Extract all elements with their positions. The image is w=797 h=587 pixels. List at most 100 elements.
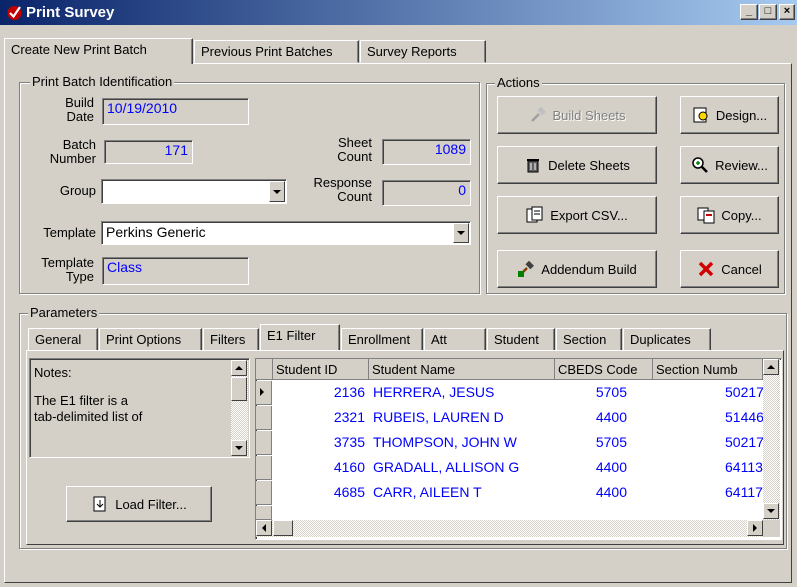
cell-student-id: 3735 (333, 434, 365, 450)
addendum-build-button[interactable]: Addendum Build (497, 250, 657, 288)
scroll-down-button[interactable] (231, 440, 247, 456)
build-sheets-button[interactable]: Build Sheets (497, 96, 657, 134)
row-header[interactable] (256, 506, 272, 520)
cell-student-id: 2321 (333, 409, 365, 425)
window-title: Print Survey (26, 4, 115, 21)
template-dropdown[interactable]: Perkins Generic (101, 221, 471, 245)
tab-student[interactable]: Student (487, 328, 555, 351)
trash-icon (527, 159, 540, 173)
column-header-cbeds-code[interactable]: CBEDS Code (555, 359, 653, 380)
cell-cbeds-code: 5705 (595, 384, 627, 400)
app-icon (7, 6, 22, 20)
table-row[interactable]: 2136 HERRERA, JESUS 5705 50217 (273, 381, 763, 406)
scroll-down-button[interactable] (763, 503, 779, 519)
notes-scrollbar[interactable] (231, 360, 248, 456)
column-header-student-id[interactable]: Student ID (273, 359, 369, 380)
row-header[interactable] (256, 481, 272, 505)
tab-enrollment[interactable]: Enrollment (341, 328, 423, 351)
review-button[interactable]: Review... (680, 146, 779, 184)
close-icon (699, 261, 714, 277)
design-button[interactable]: Design... (680, 96, 779, 134)
print-batch-identification-label: Print Batch Identification (30, 74, 175, 89)
group-dropdown[interactable] (101, 179, 287, 204)
design-icon (693, 107, 708, 123)
grid-horizontal-scrollbar[interactable] (256, 520, 763, 537)
scroll-right-button[interactable] (747, 520, 763, 536)
export-csv-button[interactable]: Export CSV... (497, 196, 657, 234)
copy-icon (697, 207, 715, 224)
response-count-label: Response Count (313, 175, 372, 204)
load-icon (93, 496, 106, 512)
tab-create-new-print-batch[interactable]: Create New Print Batch (4, 38, 193, 64)
table-row[interactable]: 2321 RUBEIS, LAUREN D 4400 51446 (273, 406, 763, 431)
table-row[interactable]: 4160 GRADALL, ALLISON G 4400 64113 (273, 456, 763, 481)
tab-survey-reports[interactable]: Survey Reports (360, 40, 486, 63)
cell-student-id: 4160 (333, 459, 365, 475)
export-icon (526, 206, 543, 223)
template-type-label: Template Type (41, 255, 94, 284)
actions-label: Actions (495, 75, 542, 90)
minimize-button[interactable]: _ (740, 4, 758, 20)
copy-button[interactable]: Copy... (680, 196, 779, 234)
tab-general[interactable]: General (28, 328, 98, 351)
cell-cbeds-code: 4400 (595, 484, 627, 500)
cancel-button[interactable]: Cancel (680, 250, 779, 288)
build-date-field: 10/19/2010 (102, 98, 249, 125)
magnifier-icon (692, 157, 709, 173)
delete-sheets-button[interactable]: Delete Sheets (497, 146, 657, 184)
cell-section-number: 51446 (725, 409, 763, 425)
grid-vertical-scrollbar[interactable] (763, 359, 780, 520)
notes-textbox[interactable]: Notes: The E1 filter is a tab-delimited … (29, 358, 250, 458)
scroll-left-button[interactable] (256, 520, 272, 536)
chevron-down-icon[interactable] (453, 223, 469, 243)
load-filter-button[interactable]: Load Filter... (66, 486, 212, 522)
scroll-thumb[interactable] (231, 377, 247, 401)
close-button[interactable]: × (779, 4, 795, 20)
group-label: Group (59, 183, 96, 198)
table-row[interactable]: 3735 THOMPSON, JOHN W 5705 50217 (273, 431, 763, 456)
build-date-label: Build Date (65, 95, 94, 124)
row-header[interactable] (256, 406, 272, 430)
hammer-icon (518, 260, 535, 277)
notes-line: The E1 filter is a (34, 393, 128, 408)
notes-heading: Notes: (34, 365, 72, 380)
sheet-count-field: 1089 (382, 139, 471, 165)
scroll-thumb[interactable] (273, 520, 293, 536)
cell-student-name: GRADALL, ALLISON G (373, 459, 520, 475)
tab-filters[interactable]: Filters (203, 328, 259, 351)
template-type-field: Class (102, 257, 249, 285)
cell-section-number: 64117 (725, 484, 763, 500)
tab-att[interactable]: Att (424, 328, 486, 351)
tab-duplicates[interactable]: Duplicates (623, 328, 711, 351)
tab-section[interactable]: Section (556, 328, 622, 351)
hammer-icon (530, 106, 546, 122)
cell-student-name: RUBEIS, LAUREN D (373, 409, 504, 425)
table-row[interactable]: 4685 CARR, AILEEN T 4400 64117 (273, 481, 763, 506)
cell-section-number: 64113 (725, 459, 763, 475)
grid-corner (256, 359, 273, 380)
maximize-button[interactable]: □ (759, 4, 777, 20)
column-header-student-name[interactable]: Student Name (369, 359, 555, 380)
cell-section-number: 50217 (725, 384, 763, 400)
tab-previous-print-batches[interactable]: Previous Print Batches (194, 40, 359, 63)
row-header[interactable] (256, 456, 272, 480)
current-row-indicator[interactable] (256, 381, 272, 405)
column-header-section-number[interactable]: Section Numb (653, 359, 763, 380)
tab-e1-filter[interactable]: E1 Filter (260, 324, 340, 350)
response-count-field: 0 (382, 180, 471, 206)
title-bar[interactable]: Print Survey _ □ × (0, 0, 797, 25)
template-label: Template (43, 225, 96, 240)
scroll-up-button[interactable] (231, 360, 247, 376)
e1-filter-grid[interactable]: Student ID Student Name CBEDS Code Secti… (255, 358, 782, 540)
tab-print-options[interactable]: Print Options (99, 328, 202, 351)
batch-number-field: 171 (104, 140, 193, 164)
batch-number-label: Batch Number (49, 137, 96, 166)
scrollbar-corner (763, 520, 780, 537)
cell-student-name: THOMPSON, JOHN W (373, 434, 517, 450)
chevron-down-icon[interactable] (269, 181, 285, 202)
cell-cbeds-code: 4400 (595, 459, 627, 475)
row-header[interactable] (256, 431, 272, 455)
sheet-count-label: Sheet Count (337, 135, 372, 164)
scroll-up-button[interactable] (763, 359, 779, 375)
cell-cbeds-code: 4400 (595, 409, 627, 425)
